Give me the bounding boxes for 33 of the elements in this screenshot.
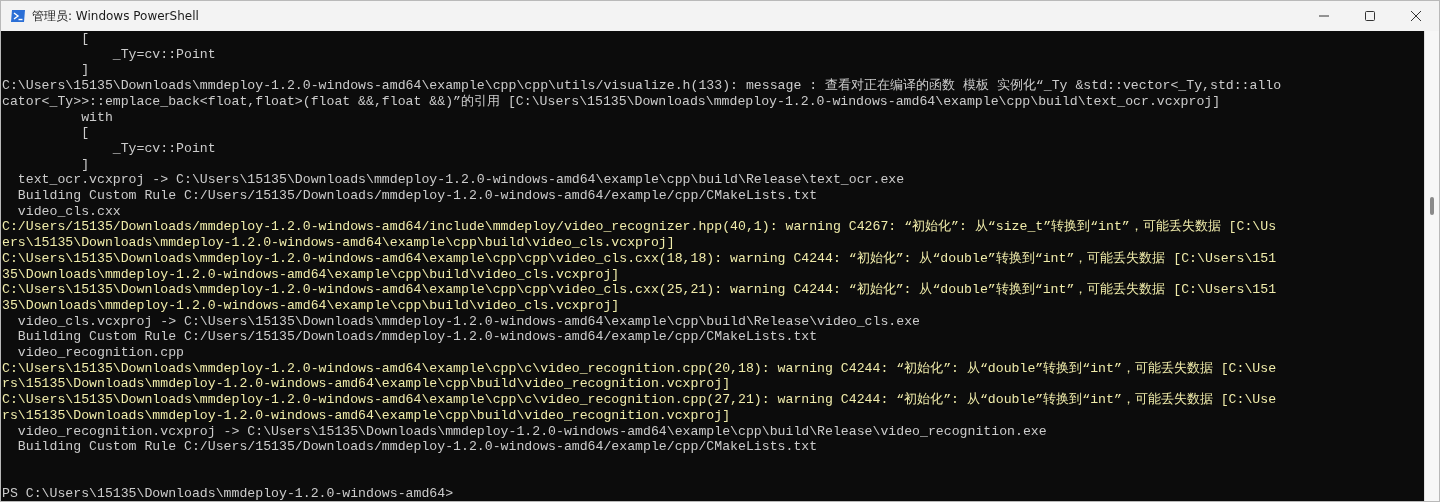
close-icon <box>1411 11 1421 21</box>
console-line: with <box>80 109 113 126</box>
console-line: video_cls.cxx <box>16 203 121 220</box>
console-line: text_ocr.vcxproj -> C:\Users\15135\Downloads\mmdeploy-1.2.0-windows-amd64\example\cpp\build\Release\text_ocr.exe <box>16 172 905 189</box>
console-line: Building Custom Rule C:/Users/15135/Downloads/mmdeploy-1.2.0-windows-amd64/example/cpp/CMakeLists.txt <box>16 329 818 346</box>
console-line: [ <box>80 125 90 141</box>
powershell-icon <box>10 8 26 24</box>
console-line: cator<_Ty>>::emplace_back<float,float>(float &&,float &&)”的引用 [C:\Users\15135\Downloads\mmdeploy-1.2.0-windows-amd64\example\cpp\build\text_ocr.vcxproj] <box>2 93 1221 110</box>
warning-line: ers\15135\Downloads\mmdeploy-1.2.0-windows-amd64\example\cpp\build\video_cls.vcxproj] <box>2 235 675 251</box>
warning-line: C:\Users\15135\Downloads\mmdeploy-1.2.0-windows-amd64\example\cpp\cpp\video_cls.cxx(25,21): warning C4244: “初始化”: 从“double”转换到“int”，可能丢失数据 [C:\Users\151 <box>2 282 1277 298</box>
console-line: _Ty=cv::Point <box>111 46 216 63</box>
maximize-icon <box>1365 11 1375 21</box>
warning-line: C:/Users/15135/Downloads/mmdeploy-1.2.0-windows-amd64/include\mmdeploy/video_recognizer.hpp(40,1): warning C4267: “初始化”: 从“size_t”转换到“int”，可能丢失数据 [C:\Us <box>2 219 1277 236</box>
warning-line: C:\Users\15135\Downloads\mmdeploy-1.2.0-windows-amd64\example\cpp\cpp\video_cls.cxx(18,18): warning C4244: “初始化”: 从“double”转换到“int”，可能丢失数据 [C:\Users\151 <box>2 250 1277 267</box>
scroll-bar[interactable] <box>1424 31 1439 501</box>
prompt-line: PS C:\Users\15135\Downloads\mmdeploy-1.2.0-windows-amd64> <box>2 486 454 501</box>
console-line: video_recognition.vcxproj -> C:\Users\15135\Downloads\mmdeploy-1.2.0-windows-amd64\example\cpp\build\Release\video_recognition.exe <box>16 423 1047 440</box>
warning-line: C:\Users\15135\Downloads\mmdeploy-1.2.0-windows-amd64\example\cpp\c\video_recognition.cpp(27,21): warning C4244: “初始化”: 从“double”转换到“int”，可能丢失数据 [C:\Use <box>2 392 1277 408</box>
warning-line: 35\Downloads\mmdeploy-1.2.0-windows-amd64\example\cpp\build\video_cls.vcxproj] <box>2 297 620 314</box>
warning-line: 35\Downloads\mmdeploy-1.2.0-windows-amd64\example\cpp\build\video_cls.vcxproj] <box>2 266 620 283</box>
console-line: video_recognition.cpp <box>16 345 185 361</box>
console-line: ] <box>80 156 90 173</box>
warning-line: rs\15135\Downloads\mmdeploy-1.2.0-windows-amd64\example\cpp\build\video_recognition.vcxproj] <box>2 376 731 393</box>
console-line: Building Custom Rule C:/Users/15135/Downloads/mmdeploy-1.2.0-windows-amd64/example/cpp/CMakeLists.txt <box>16 439 818 455</box>
console-line: _Ty=cv::Point <box>111 140 216 157</box>
console-line: Building Custom Rule C:/Users/15135/Downloads/mmdeploy-1.2.0-windows-amd64/example/cpp/CMakeLists.txt <box>16 188 818 204</box>
console-line: ] <box>80 62 90 79</box>
warning-line: C:\Users\15135\Downloads\mmdeploy-1.2.0-windows-amd64\example\cpp\c\video_recognition.cpp(20,18): warning C4244: “初始化”: 从“double”转换到“int”，可能丢失数据 [C:\Use <box>2 360 1277 377</box>
window-title: 管理员: Windows PowerShell <box>32 7 200 25</box>
warning-line: rs\15135\Downloads\mmdeploy-1.2.0-windows-amd64\example\cpp\build\video_recognition.vcxproj] <box>2 407 731 424</box>
console-line: video_cls.vcxproj -> C:\Users\15135\Downloads\mmdeploy-1.2.0-windows-amd64\example\cpp\build\Release\video_cls.exe <box>16 313 920 330</box>
console-line: [ <box>80 31 90 47</box>
console-line: C:\Users\15135\Downloads\mmdeploy-1.2.0-windows-amd64\example\cpp\cpp\utils/visualize.h(133): message : 查看对正在编译的函数 模板 实例化“_Ty &std::vector<_Ty,std::allo <box>2 78 1282 94</box>
